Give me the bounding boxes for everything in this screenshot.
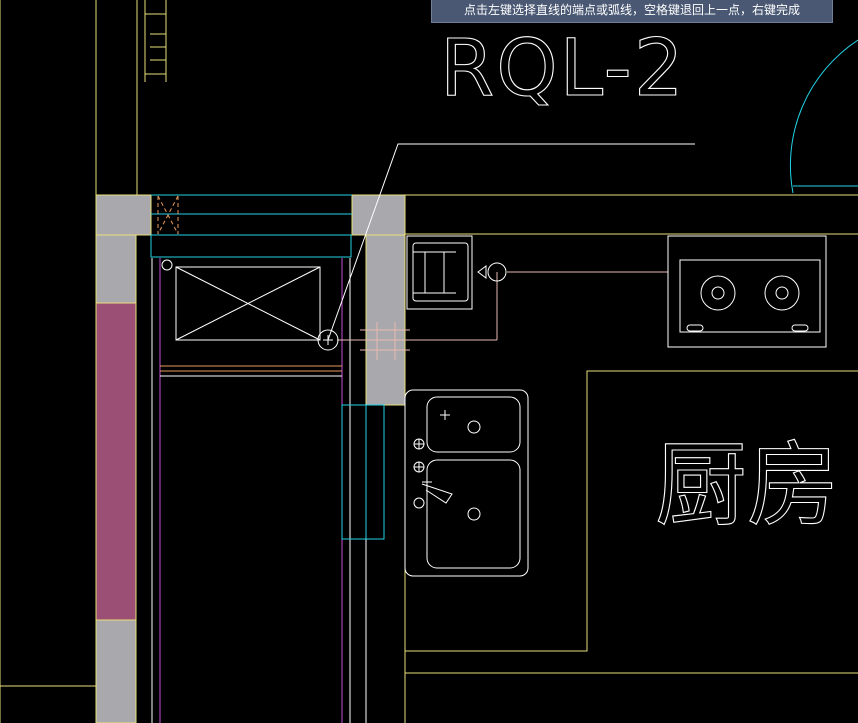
window-lines xyxy=(150,194,352,258)
gas-meter xyxy=(406,235,473,310)
command-prompt-tooltip: 点击左键选择直线的端点或弧线，空格键退回上一点，右键完成 xyxy=(431,0,833,23)
room-boundary xyxy=(404,370,858,723)
wall-fills xyxy=(95,194,406,723)
pipe-node-circles xyxy=(317,262,507,351)
lower-window xyxy=(341,404,385,540)
cad-drawing-canvas[interactable]: RQL-2 厨房 xyxy=(0,0,858,723)
boiler-unit xyxy=(161,259,321,341)
door-swing-arc xyxy=(789,39,858,194)
stair-marks xyxy=(144,0,167,82)
gas-cooktop xyxy=(667,235,827,348)
shaft-lines xyxy=(159,258,343,723)
orange-band xyxy=(160,365,342,372)
structural-column xyxy=(95,302,137,621)
pipe-tag: RQL-2 xyxy=(440,24,685,114)
room-label: 厨房 xyxy=(655,432,839,539)
window-hatch xyxy=(157,195,179,235)
shaft-inner-lines xyxy=(151,258,367,723)
kitchen-sink xyxy=(404,389,529,577)
